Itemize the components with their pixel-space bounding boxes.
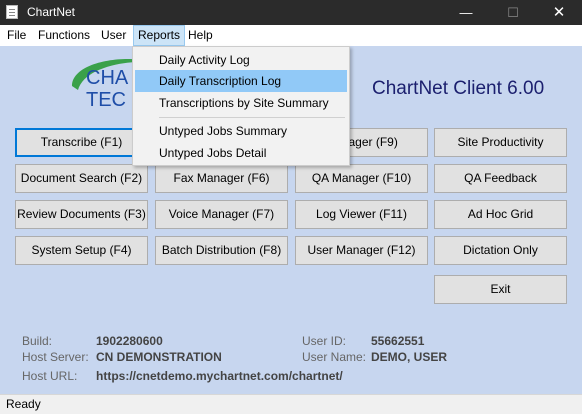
- menu-item-transcriptions-by-site-summary[interactable]: Transcriptions by Site Summary: [135, 92, 347, 114]
- host-url-value: https://cnetdemo.mychartnet.com/chartnet…: [96, 369, 343, 383]
- menu-item-daily-activity-log[interactable]: Daily Activity Log: [135, 49, 347, 71]
- site-productivity-button[interactable]: Site Productivity: [434, 128, 567, 157]
- host-server-value: CN DEMONSTRATION: [96, 350, 222, 364]
- reports-dropdown-menu: Daily Activity Log Daily Transcription L…: [132, 46, 350, 166]
- log-viewer-button[interactable]: Log Viewer (F11): [295, 200, 428, 229]
- host-url-label: Host URL:: [22, 369, 78, 383]
- user-name-label: User Name:: [302, 350, 367, 364]
- document-search-button[interactable]: Document Search (F2): [15, 164, 148, 193]
- app-document-icon: [6, 5, 18, 19]
- user-name-value: DEMO, USER: [371, 350, 448, 364]
- voice-manager-button[interactable]: Voice Manager (F7): [155, 200, 288, 229]
- close-button[interactable]: ✕: [536, 0, 582, 25]
- host-server-label: Host Server:: [22, 350, 89, 364]
- menu-bar: File Functions User Reports Help: [0, 25, 582, 46]
- system-setup-button[interactable]: System Setup (F4): [15, 236, 148, 265]
- menu-reports[interactable]: Reports: [133, 25, 186, 46]
- fax-manager-button[interactable]: Fax Manager (F6): [155, 164, 288, 193]
- qa-feedback-button[interactable]: QA Feedback: [434, 164, 567, 193]
- logo-text-line1: CHA: [86, 67, 129, 89]
- dictation-only-button[interactable]: Dictation Only: [434, 236, 567, 265]
- ad-hoc-grid-button[interactable]: Ad Hoc Grid: [434, 200, 567, 229]
- user-id-value: 55662551: [371, 334, 425, 348]
- logo-text-line2: TEC: [86, 89, 126, 111]
- menu-item-untyped-jobs-detail[interactable]: Untyped Jobs Detail: [135, 142, 347, 164]
- build-value: 1902280600: [96, 334, 163, 348]
- menu-item-untyped-jobs-summary[interactable]: Untyped Jobs Summary: [135, 120, 347, 142]
- review-documents-button[interactable]: Review Documents (F3): [15, 200, 148, 229]
- qa-manager-button[interactable]: QA Manager (F10): [295, 164, 428, 193]
- batch-distribution-button[interactable]: Batch Distribution (F8): [155, 236, 288, 265]
- status-bar: Ready: [0, 394, 582, 414]
- window-title: ChartNet: [27, 5, 76, 19]
- user-manager-button[interactable]: User Manager (F12): [295, 236, 428, 265]
- menu-separator: [159, 117, 345, 118]
- menu-item-daily-transcription-log[interactable]: Daily Transcription Log: [135, 70, 347, 92]
- menu-user[interactable]: User: [97, 25, 130, 46]
- exit-button[interactable]: Exit: [434, 275, 567, 304]
- maximize-button[interactable]: ☐: [490, 0, 536, 25]
- minimize-button[interactable]: —: [443, 0, 489, 25]
- build-label: Build:: [22, 334, 53, 348]
- title-bar: ChartNet — ☐ ✕: [0, 0, 582, 25]
- user-id-label: User ID:: [302, 334, 347, 348]
- menu-functions[interactable]: Functions: [34, 25, 94, 46]
- menu-file[interactable]: File: [3, 25, 30, 46]
- status-text: Ready: [6, 397, 41, 411]
- product-title: ChartNet Client 6.00: [372, 78, 545, 99]
- menu-help[interactable]: Help: [184, 25, 217, 46]
- transcribe-button[interactable]: Transcribe (F1): [15, 128, 148, 157]
